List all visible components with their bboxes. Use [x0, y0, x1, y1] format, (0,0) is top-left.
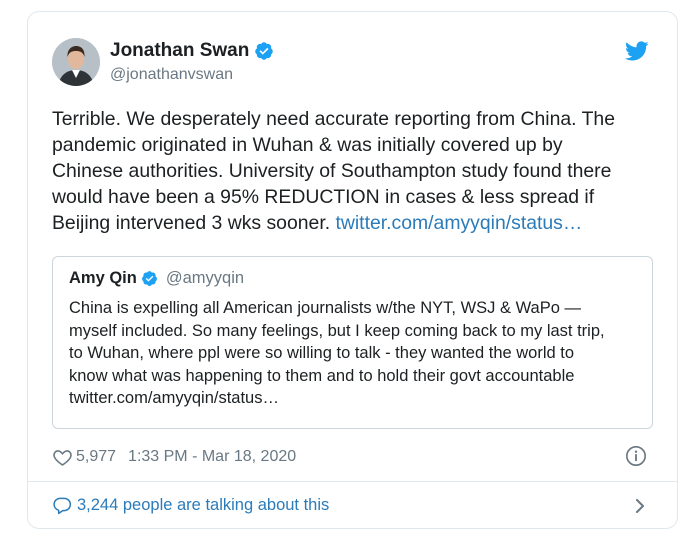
quoted-tweet-text: China is expelling all American journali… [69, 299, 605, 408]
verified-badge-icon [141, 271, 157, 286]
quoted-tweet-header: Amy Qin @amyyqin [69, 269, 244, 288]
twitter-bird-icon[interactable] [625, 39, 649, 63]
author-name[interactable]: Jonathan Swan [110, 40, 249, 62]
author-name-row: Jonathan Swan [110, 40, 274, 62]
tweet-link[interactable]: twitter.com/amyyqin/status… [335, 212, 582, 234]
timestamp[interactable]: 1:33 PM - Mar 18, 2020 [128, 448, 296, 466]
like-count[interactable]: 5,977 [76, 448, 116, 466]
conversation-link[interactable]: 3,244 people are talking about this [52, 495, 329, 515]
quoted-author-handle: @amyyqin [165, 269, 245, 287]
chevron-right-icon[interactable] [633, 497, 647, 515]
tweet-card: Jonathan Swan @jonathanvswan Terrible. W… [27, 11, 678, 529]
heart-icon[interactable] [52, 447, 73, 468]
quoted-author-name: Amy Qin [69, 269, 137, 287]
conversation-count: 3,244 people are talking about this [77, 495, 330, 514]
avatar[interactable] [52, 38, 100, 86]
tweet-meta: 5,977 1:33 PM - Mar 18, 2020 [52, 445, 296, 469]
tweet-text: Terrible. We desperately need accurate r… [52, 106, 652, 236]
info-icon[interactable] [625, 445, 647, 467]
author-handle[interactable]: @jonathanvswan [110, 66, 233, 84]
quoted-tweet[interactable]: Amy Qin @amyyqin China is expelling all … [52, 256, 653, 429]
verified-badge-icon [255, 42, 274, 60]
comment-bubble-icon [53, 497, 72, 515]
divider [28, 481, 677, 482]
avatar-image [52, 38, 100, 86]
